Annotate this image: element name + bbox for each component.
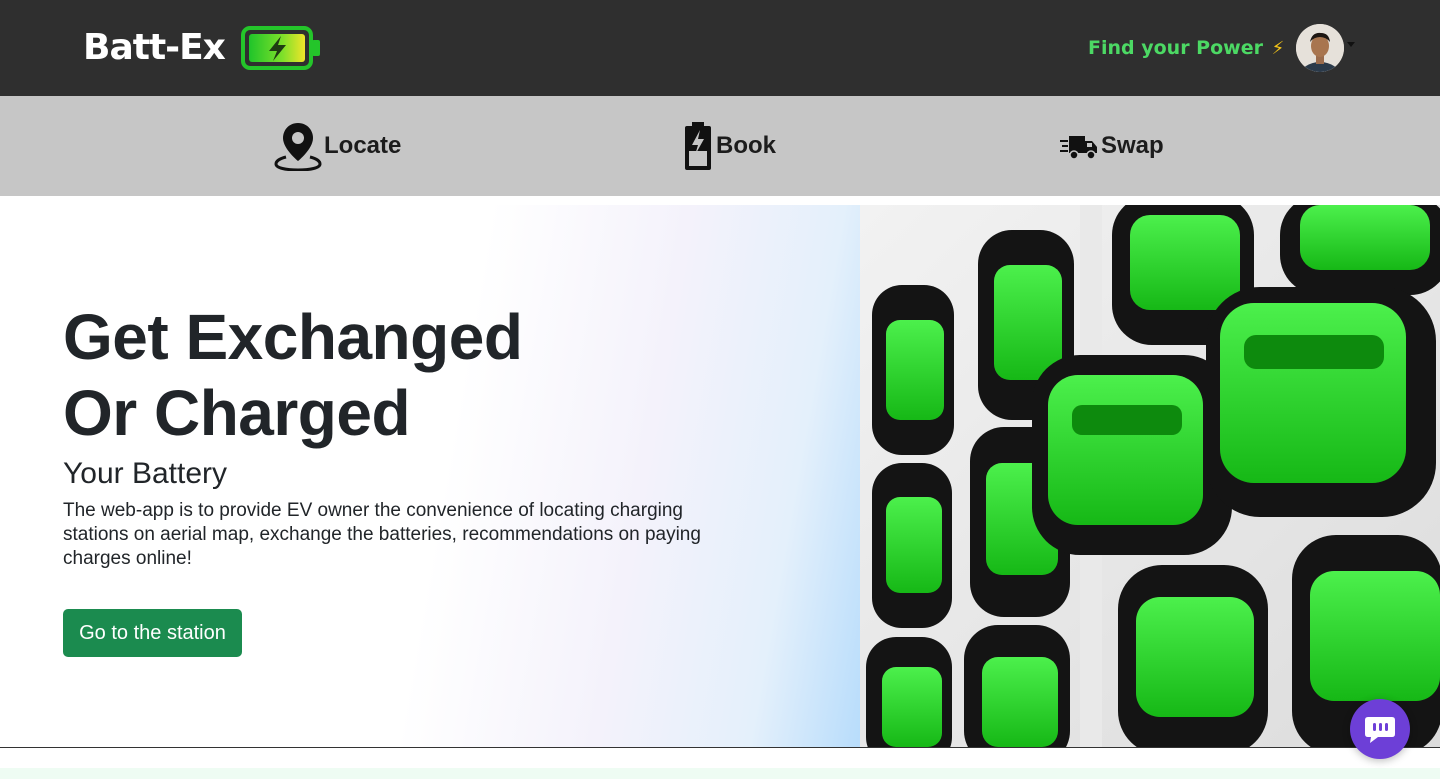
nav-locate-label: Locate	[324, 132, 402, 159]
avatar-photo	[1296, 24, 1344, 72]
nav-swap-label: Swap	[1101, 132, 1164, 159]
headline-line-2: Or Charged	[63, 377, 411, 449]
nav-book-label: Book	[716, 132, 776, 159]
chat-widget-button[interactable]	[1350, 699, 1410, 759]
nav-book[interactable]: Book	[682, 120, 776, 172]
hero-subheading: Your Battery	[63, 457, 227, 490]
chat-icon	[1365, 717, 1395, 743]
hero-section: Get Exchanged Or Charged Your Battery Th…	[0, 205, 1440, 747]
battery-swap-station-image	[860, 205, 1440, 747]
hero-headline: Get Exchanged Or Charged	[63, 299, 763, 451]
top-header: Batt-Ex Find your Power ⚡	[0, 0, 1440, 96]
user-avatar[interactable]	[1296, 24, 1344, 72]
headline-line-1: Get Exchanged	[63, 301, 523, 373]
tagline-text: Find your Power	[1088, 37, 1263, 59]
lightning-icon: ⚡	[1271, 38, 1285, 59]
tagline: Find your Power ⚡	[1088, 34, 1284, 63]
go-to-station-button[interactable]: Go to the station	[63, 609, 242, 657]
delivery-truck-icon	[1060, 136, 1097, 160]
battery-icon	[685, 122, 711, 170]
brand-logo-link[interactable]: Batt-Ex	[83, 24, 323, 72]
user-menu-caret-icon[interactable]	[1347, 42, 1355, 47]
feature-nav: Locate Book Swap	[0, 96, 1440, 196]
battery-logo-icon	[240, 26, 320, 70]
nav-swap[interactable]: Swap	[1059, 120, 1164, 172]
hero-description: The web-app is to provide EV owner the c…	[63, 500, 701, 569]
hero-text: Get Exchanged Or Charged Your Battery Th…	[63, 299, 763, 571]
brand-name: Batt-Ex	[83, 27, 226, 68]
section-divider	[0, 747, 1440, 748]
nav-locate[interactable]: Locate	[274, 120, 401, 172]
map-pin-icon	[274, 123, 322, 171]
next-section-strip	[0, 768, 1440, 779]
